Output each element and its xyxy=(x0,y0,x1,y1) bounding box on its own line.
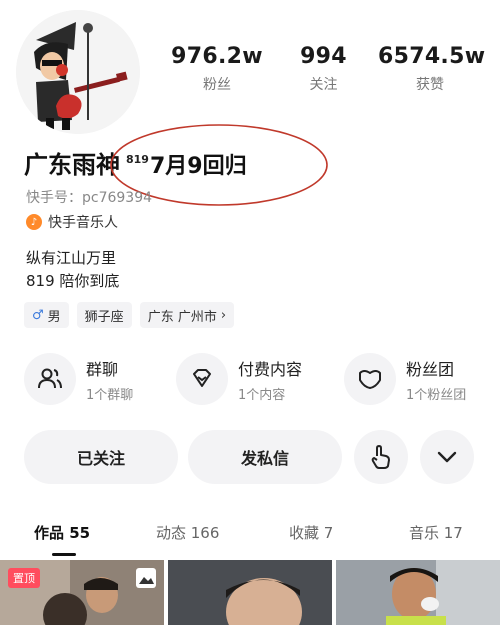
tag-label: 广东 广州市 xyxy=(147,309,217,325)
active-tab-indicator xyxy=(52,553,76,556)
kuaishou-id[interactable]: 快手号：pc769394 xyxy=(26,187,152,207)
stat-likes[interactable]: 6574.5w 获赞 xyxy=(378,44,486,94)
tag-location[interactable]: 广东 广州市 › xyxy=(139,302,235,328)
feature-fan-club[interactable]: 粉丝团 1个粉丝团 xyxy=(344,353,466,405)
musician-badge[interactable]: ♪ 快手音乐人 xyxy=(26,212,118,232)
chevron-right-icon: › xyxy=(220,307,227,323)
tab-music[interactable]: 音乐 17 xyxy=(409,522,463,543)
feature-subtitle: 1个粉丝团 xyxy=(406,387,467,403)
feature-title: 群聊 xyxy=(86,359,119,379)
tab-moments[interactable]: 动态 166 xyxy=(156,522,219,543)
feature-title: 付费内容 xyxy=(238,359,303,379)
stat-label: 获赞 xyxy=(416,77,444,93)
video-thumbnail[interactable]: 置顶 xyxy=(0,560,164,625)
tag-label: 狮子座 xyxy=(84,309,124,325)
heart-icon xyxy=(344,353,396,405)
video-thumbnail[interactable] xyxy=(168,560,332,625)
feature-title: 粉丝团 xyxy=(406,359,455,379)
chevron-down-icon xyxy=(437,451,457,463)
feature-subtitle: 1个内容 xyxy=(238,387,286,403)
pinned-badge: 置顶 xyxy=(8,568,40,588)
stat-value: 994 xyxy=(300,44,347,69)
stat-label: 粉丝 xyxy=(203,77,231,93)
feature-group-chat[interactable]: 群聊 1个群聊 xyxy=(24,353,133,405)
send-message-button[interactable]: 发私信 xyxy=(188,430,342,484)
tab-works[interactable]: 作品 55 xyxy=(34,522,90,543)
bio-line: 纵有江山万里 xyxy=(26,249,117,267)
profile-bio: 纵有江山万里 819 陪你到底 xyxy=(26,247,119,293)
tag-zodiac: 狮子座 xyxy=(76,302,132,328)
content-tabs: 作品 55 动态 166 收藏 7 音乐 17 xyxy=(0,522,500,542)
stat-value: 976.2w xyxy=(171,44,263,69)
share-button[interactable] xyxy=(354,430,408,484)
video-preview-image xyxy=(168,560,332,625)
avatar[interactable] xyxy=(16,10,140,134)
music-note-icon: ♪ xyxy=(26,214,42,230)
followed-button[interactable]: 已关注 xyxy=(24,430,178,484)
hand-tap-icon xyxy=(371,445,390,469)
diamond-icon xyxy=(176,353,228,405)
profile-name: 广东雨神 xyxy=(24,151,120,179)
more-options-button[interactable] xyxy=(420,430,474,484)
stat-following[interactable]: 994 关注 xyxy=(272,44,376,94)
tag-gender: ♂ 男 xyxy=(24,302,69,328)
tag-label: 男 xyxy=(47,309,61,325)
video-thumbnail[interactable] xyxy=(336,560,500,625)
stat-followers[interactable]: 976.2w 粉丝 xyxy=(165,44,269,94)
video-preview-image xyxy=(336,560,500,625)
male-icon: ♂ xyxy=(32,307,44,323)
avatar-illustration xyxy=(16,10,140,134)
group-chat-icon xyxy=(24,353,76,405)
stat-label: 关注 xyxy=(309,77,338,93)
profile-stats: 976.2w 粉丝 994 关注 6574.5w 获赞 xyxy=(165,44,486,94)
feature-paid-content[interactable]: 付费内容 1个内容 xyxy=(176,353,302,405)
tab-favorites[interactable]: 收藏 7 xyxy=(289,522,333,543)
badge-label: 快手音乐人 xyxy=(48,215,118,231)
profile-tags: ♂ 男 狮子座 广东 广州市 › xyxy=(24,302,235,328)
bio-line: 819 陪你到底 xyxy=(26,272,120,290)
feature-subtitle: 1个群聊 xyxy=(86,387,134,403)
stat-value: 6574.5w xyxy=(378,44,486,69)
